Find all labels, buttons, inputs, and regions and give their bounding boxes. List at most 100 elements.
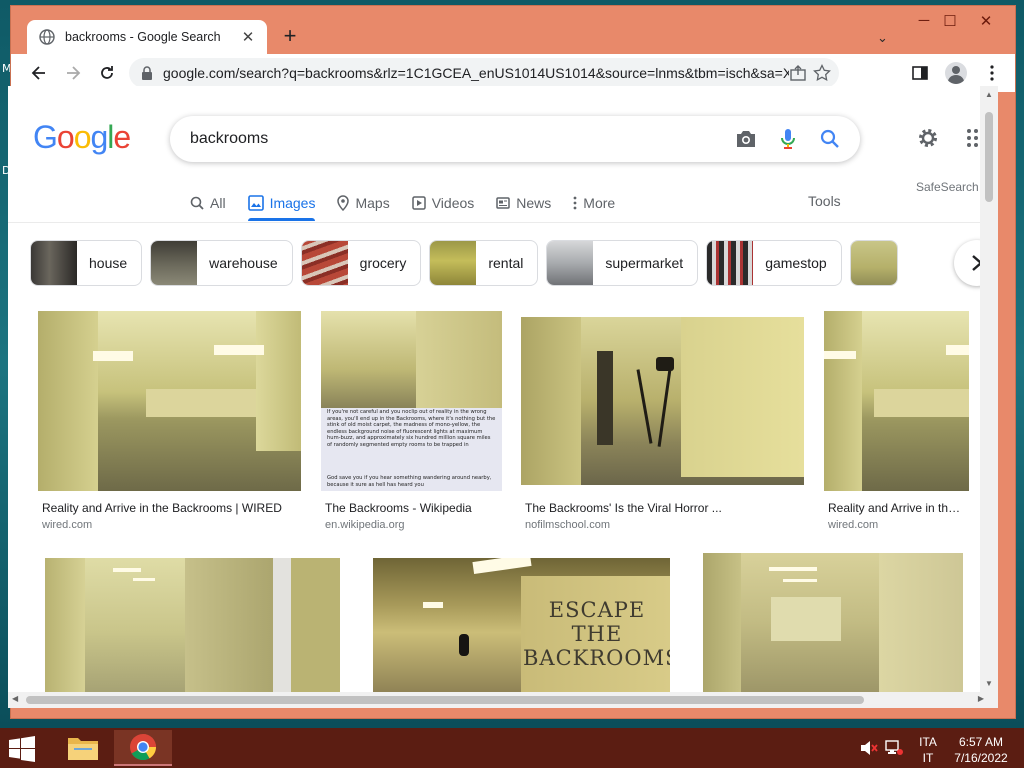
tab-more[interactable]: More	[573, 186, 615, 220]
tab-search-chevron-icon[interactable]: ⌄	[877, 30, 888, 46]
new-tab-button[interactable]: +	[277, 23, 303, 49]
camera-icon[interactable]	[734, 127, 758, 151]
result-image[interactable]	[703, 553, 963, 692]
scroll-thumb[interactable]	[985, 112, 993, 202]
google-apps-icon[interactable]	[966, 128, 980, 153]
network-icon[interactable]	[884, 740, 904, 759]
scroll-left-arrow-icon[interactable]: ◀	[12, 694, 18, 703]
chip-thumbnail	[31, 241, 77, 285]
chip-thumbnail	[151, 241, 198, 285]
chip-warehouse[interactable]: warehouse	[150, 240, 293, 286]
result-image[interactable]	[38, 311, 301, 491]
browser-menu-button[interactable]	[979, 60, 1005, 86]
folder-icon	[68, 738, 98, 760]
chip-partial[interactable]	[849, 240, 898, 286]
result-excerpt: If you're not careful and you noclip out…	[327, 409, 496, 448]
search-icon	[190, 196, 204, 210]
result-source: en.wikipedia.org	[325, 519, 405, 531]
tab-all[interactable]: All	[190, 186, 226, 220]
result-source: wired.com	[42, 519, 93, 531]
google-logo[interactable]: Google	[33, 119, 131, 156]
close-window-button[interactable]: ✕	[971, 12, 1001, 30]
image-result[interactable]	[703, 553, 963, 692]
chevron-right-icon	[972, 255, 980, 271]
search-icon[interactable]	[818, 127, 842, 151]
volume-muted-icon[interactable]	[860, 740, 878, 759]
news-icon	[496, 197, 511, 209]
maximize-button[interactable]: ☐	[935, 12, 965, 30]
safesearch-link[interactable]: SafeSearch	[916, 180, 979, 194]
avatar-icon	[945, 62, 967, 84]
tab-videos[interactable]: Videos	[411, 186, 474, 220]
play-icon	[411, 196, 426, 210]
chip-thumbnail	[547, 241, 594, 285]
profile-button[interactable]	[943, 60, 969, 86]
image-result[interactable]: Reality and Arrive in the Backrooms | WI…	[824, 311, 969, 536]
lock-icon	[142, 66, 152, 80]
settings-gear-icon[interactable]	[916, 126, 940, 155]
taskbar: ITA IT 6:57 AM 7/16/2022	[0, 728, 1024, 768]
file-explorer-taskbar-button[interactable]	[54, 730, 112, 766]
close-tab-icon[interactable]: ✕	[239, 28, 257, 46]
result-image[interactable]	[45, 558, 340, 692]
back-button[interactable]	[25, 59, 53, 87]
result-image[interactable]: ESCAPE THE BACKROOMS	[373, 558, 670, 692]
image-icon	[247, 195, 264, 211]
chip-rental[interactable]: rental	[429, 240, 539, 286]
chip-gamestop[interactable]: gamestop	[706, 240, 842, 286]
start-button[interactable]	[8, 736, 36, 767]
result-title[interactable]: Reality and Arrive in the Backrooms | WI…	[42, 501, 301, 515]
tab-news[interactable]: News	[496, 186, 551, 220]
result-title[interactable]: Reality and Arrive in the Backrooms | WI…	[828, 501, 966, 515]
reload-button[interactable]	[93, 59, 121, 87]
arrow-left-icon	[31, 66, 45, 80]
chip-thumbnail	[301, 241, 348, 285]
image-result[interactable]: The Backrooms' Is the Viral Horror ... n…	[521, 311, 804, 536]
related-chips: house warehouse grocery rental supermark…	[30, 240, 898, 286]
browser-tab[interactable]: backrooms - Google Search ✕	[27, 20, 267, 54]
scroll-up-arrow-icon[interactable]: ▲	[985, 90, 993, 99]
arrow-right-icon	[67, 66, 81, 80]
result-image[interactable]: If you're not careful and you noclip out…	[321, 311, 502, 491]
result-title[interactable]: The Backrooms - Wikipedia	[325, 501, 502, 515]
scroll-down-arrow-icon[interactable]: ▼	[985, 679, 993, 688]
image-result[interactable]: Reality and Arrive in the Backrooms | WI…	[38, 311, 301, 536]
address-bar[interactable]: google.com/search?q=backrooms&rlz=1C1GCE…	[129, 58, 839, 88]
image-result[interactable]	[45, 558, 340, 692]
horizontal-scrollbar[interactable]: ◀ ▶	[8, 692, 998, 708]
search-box[interactable]: backrooms	[170, 116, 860, 162]
chip-house[interactable]: house	[30, 240, 143, 286]
result-image[interactable]	[521, 317, 804, 485]
scroll-thumb[interactable]	[26, 696, 864, 704]
chrome-taskbar-button[interactable]	[114, 730, 172, 766]
result-image[interactable]	[824, 311, 969, 491]
vertical-scrollbar[interactable]: ▲ ▼	[980, 86, 998, 692]
search-input[interactable]: backrooms	[190, 130, 734, 148]
image-result[interactable]: If you're not careful and you noclip out…	[321, 311, 502, 536]
result-title[interactable]: The Backrooms' Is the Viral Horror ...	[525, 501, 804, 515]
side-panel-button[interactable]	[907, 60, 933, 86]
chip-supermarket[interactable]: supermarket	[546, 240, 699, 286]
kebab-icon	[573, 196, 577, 210]
chip-thumbnail	[430, 241, 477, 285]
tab-images[interactable]: Images	[247, 186, 315, 221]
chips-next-button[interactable]	[954, 240, 980, 286]
share-icon[interactable]	[789, 64, 807, 82]
image-result[interactable]: ESCAPE THE BACKROOMS	[373, 558, 670, 692]
side-panel-icon	[912, 66, 928, 80]
clock[interactable]: 6:57 AM 7/16/2022	[950, 734, 1012, 766]
language-indicator[interactable]: ITA IT	[914, 734, 942, 766]
tools-button[interactable]: Tools	[808, 193, 841, 209]
chrome-icon	[130, 734, 157, 761]
tab-maps[interactable]: Maps	[337, 186, 390, 220]
forward-button[interactable]	[59, 59, 87, 87]
scroll-right-arrow-icon[interactable]: ▶	[978, 694, 984, 703]
microphone-icon[interactable]	[776, 127, 800, 151]
divider	[8, 222, 980, 223]
chip-grocery[interactable]: grocery	[300, 240, 422, 286]
windows-logo-icon	[9, 736, 35, 762]
search-type-tabs: All Images Maps Videos News More	[190, 186, 637, 221]
tab-title: backrooms - Google Search	[65, 30, 221, 44]
page-viewport: Google backrooms SafeSearch All Images M…	[8, 86, 980, 692]
bookmark-star-icon[interactable]	[813, 64, 831, 82]
